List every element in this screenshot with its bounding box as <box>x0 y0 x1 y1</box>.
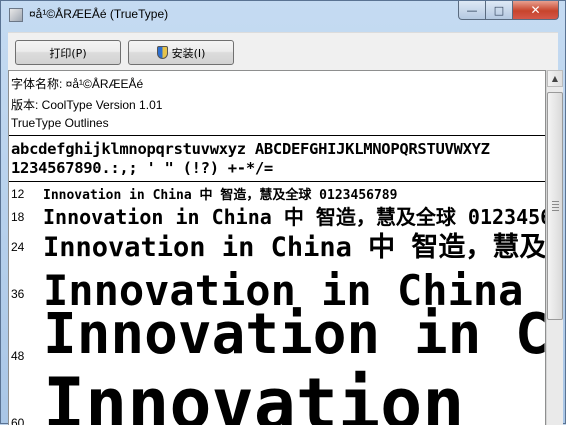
scroll-thumb[interactable] <box>547 92 563 320</box>
maximize-icon: □ <box>493 3 505 17</box>
charset-digits: 1234567890.:,; ' " (!?) +-*/= <box>11 159 273 177</box>
close-icon: ✕ <box>530 3 541 17</box>
font-type-line: TrueType Outlines <box>11 116 109 130</box>
grip-line <box>552 204 559 205</box>
install-button[interactable]: 安装(I) <box>128 40 234 65</box>
sample-size-label: 12 <box>11 187 25 201</box>
charset-letters: abcdefghijklmnopqrstuvwxyz ABCDEFGHIJKLM… <box>11 140 490 158</box>
grip-line <box>552 210 559 211</box>
font-file-icon <box>9 8 23 22</box>
print-button[interactable]: 打印(P) <box>15 40 121 65</box>
divider-bottom <box>9 181 545 182</box>
close-button[interactable]: ✕ <box>513 1 559 20</box>
font-version-line: 版本: CoolType Version 1.01 <box>11 98 163 112</box>
toolbar: 打印(P) 安装(I) <box>8 32 558 70</box>
title-bar[interactable]: ¤å¹©ÅRÆEÅé (TrueType) — □ ✕ <box>1 1 565 31</box>
minimize-icon: — <box>466 3 478 17</box>
sample-text: Innovation in Ch <box>43 302 546 367</box>
grip-line <box>552 207 559 208</box>
maximize-button[interactable]: □ <box>486 1 513 20</box>
print-button-label: 打印(P) <box>49 46 87 60</box>
font-preview-pane: 字体名称: ¤å¹©ÅRÆEÅé 版本: CoolType Version 1.… <box>8 70 546 425</box>
window-title: ¤å¹©ÅRÆEÅé (TrueType) <box>29 7 169 21</box>
uac-shield-icon <box>156 46 168 59</box>
font-name-line: 字体名称: ¤å¹©ÅRÆEÅé <box>11 77 144 91</box>
vertical-scrollbar[interactable]: ▲ <box>546 70 563 425</box>
minimize-button[interactable]: — <box>458 1 486 20</box>
scroll-up-button[interactable]: ▲ <box>547 70 563 87</box>
sample-size-label: 36 <box>11 287 25 301</box>
sample-size-label: 18 <box>11 210 25 224</box>
font-viewer-window: ¤å¹©ÅRÆEÅé (TrueType) — □ ✕ 打印(P) 安装(I) … <box>0 0 566 425</box>
install-button-label: 安装(I) <box>171 46 206 60</box>
scroll-up-arrow-icon: ▲ <box>551 74 559 83</box>
sample-size-label: 48 <box>11 349 25 363</box>
sample-size-label: 24 <box>11 240 25 254</box>
sample-text: Innovation <box>43 363 465 425</box>
grip-line <box>552 201 559 202</box>
divider-top <box>9 135 545 136</box>
caption-buttons: — □ ✕ <box>458 1 559 21</box>
